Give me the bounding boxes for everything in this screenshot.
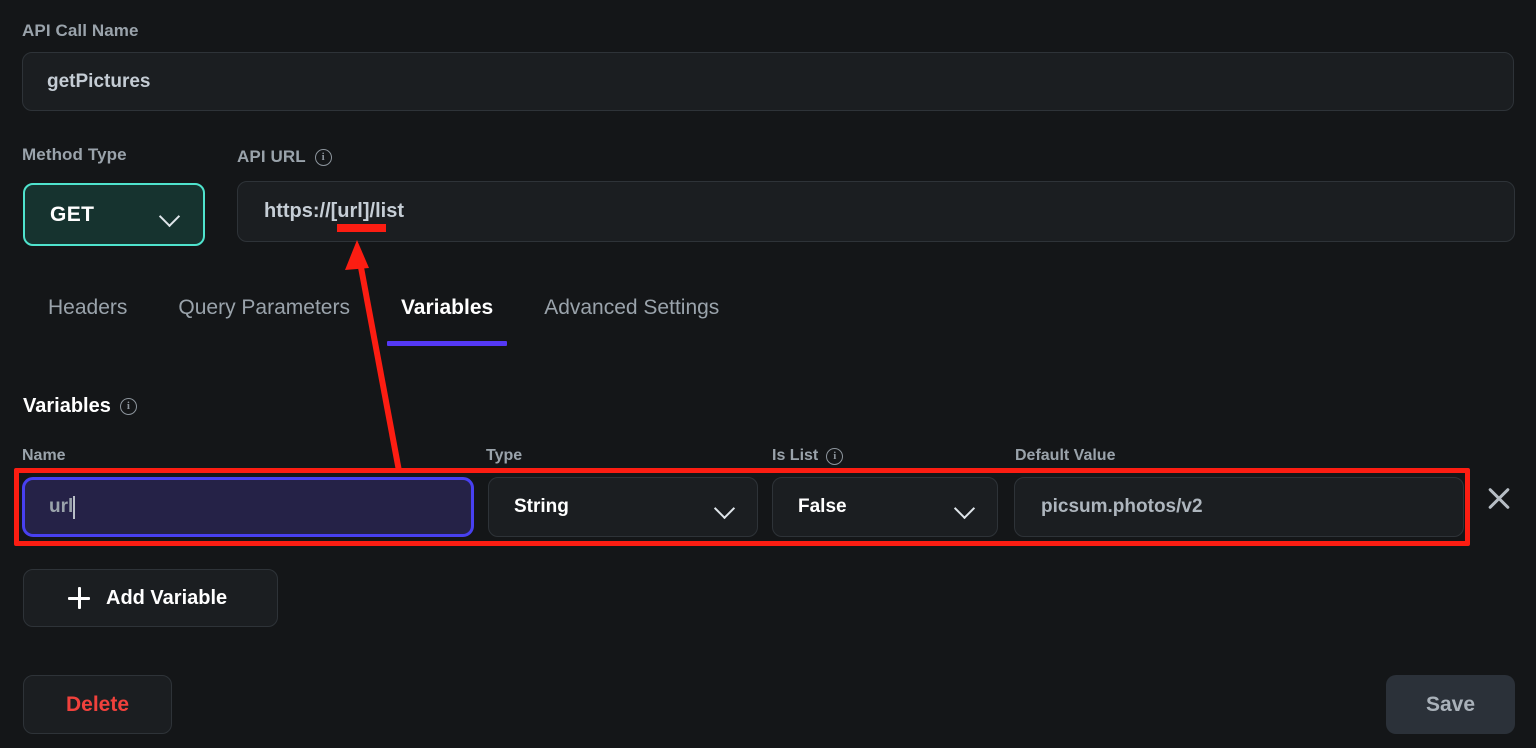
tab-query-parameters-label: Query Parameters <box>178 296 350 319</box>
variable-type-value: String <box>514 496 569 517</box>
api-call-name-input[interactable]: getPictures <box>22 52 1514 111</box>
method-type-label: Method Type <box>22 145 127 164</box>
info-icon[interactable]: i <box>119 398 137 415</box>
plus-icon <box>68 587 90 609</box>
tab-advanced-settings-label: Advanced Settings <box>544 296 720 319</box>
delete-button[interactable]: Delete <box>23 675 172 734</box>
api-call-name-value: getPictures <box>47 70 151 92</box>
api-url-label: API URL <box>237 147 306 166</box>
api-call-editor-panel: API Call Name getPictures Method Type GE… <box>0 0 1536 748</box>
tab-variables[interactable]: Variables <box>386 296 508 354</box>
tab-advanced-settings[interactable]: Advanced Settings <box>544 296 719 354</box>
variable-default-value-input[interactable]: picsum.photos/v2 <box>1014 477 1464 537</box>
variable-type-select[interactable]: String <box>488 477 758 537</box>
api-url-input[interactable]: https://[url]/list <box>237 181 1515 242</box>
api-call-name-label: API Call Name <box>22 21 139 40</box>
tab-headers-label: Headers <box>48 296 128 319</box>
info-icon[interactable]: i <box>314 148 332 166</box>
variable-is-list-value: False <box>798 496 847 517</box>
tab-headers[interactable]: Headers <box>48 296 127 354</box>
annotation-arrow <box>345 240 402 472</box>
tab-variables-label: Variables <box>400 296 494 319</box>
variables-section-title: Variables <box>23 395 111 417</box>
chevron-down-icon <box>955 501 975 513</box>
chevron-down-icon <box>160 209 180 221</box>
add-variable-button[interactable]: Add Variable <box>23 569 278 627</box>
variable-is-list-select[interactable]: False <box>772 477 998 537</box>
text-caret <box>73 495 76 519</box>
close-icon[interactable] <box>1485 484 1513 512</box>
tab-query-parameters[interactable]: Query Parameters <box>178 296 350 354</box>
variable-name-value: url <box>49 496 74 517</box>
annotation-overlay <box>0 0 1536 748</box>
method-type-value: GET <box>50 202 95 226</box>
column-header-is-list: Is List <box>772 447 819 464</box>
tab-bar: Headers Query Parameters Variables Advan… <box>0 296 1536 354</box>
column-header-type: Type <box>486 447 523 464</box>
variable-name-input[interactable]: url <box>22 477 474 537</box>
column-header-name: Name <box>22 447 66 464</box>
column-header-is-list-group: Is List i <box>772 447 844 465</box>
method-type-select[interactable]: GET <box>23 183 205 246</box>
add-variable-label: Add Variable <box>106 586 228 609</box>
column-header-default-value: Default Value <box>1015 447 1116 464</box>
api-url-value: https://[url]/list <box>264 200 404 222</box>
variable-default-value: picsum.photos/v2 <box>1041 496 1203 517</box>
api-url-label-group: API URL i <box>237 147 332 167</box>
info-icon[interactable]: i <box>826 447 844 465</box>
chevron-down-icon <box>715 501 735 513</box>
save-button[interactable]: Save <box>1386 675 1515 734</box>
variables-section-title-group: Variables i <box>23 395 137 418</box>
